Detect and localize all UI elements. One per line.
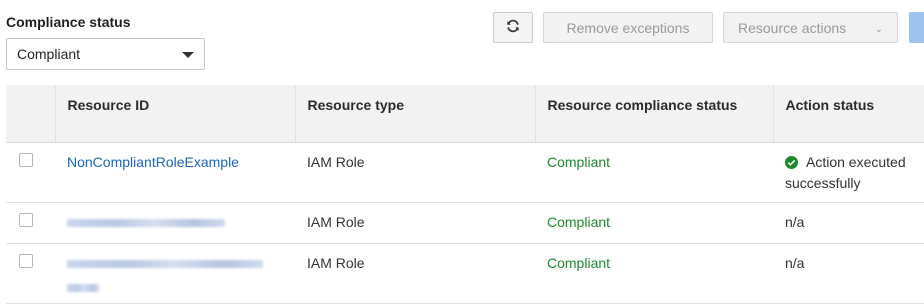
header-resource-id[interactable]: Resource ID	[54, 85, 295, 143]
compliance-status-select[interactable]: Compliant	[6, 38, 205, 70]
resource-type-cell: IAM Role	[295, 142, 535, 203]
redacted-resource-id	[67, 283, 99, 292]
resource-type-cell: IAM Role	[295, 202, 535, 244]
row-checkbox[interactable]	[19, 253, 33, 268]
chevron-down-icon: ⌄	[874, 24, 883, 35]
compliance-status-text: Compliant	[547, 213, 611, 230]
resource-type-cell: IAM Role	[295, 243, 535, 304]
check-circle-icon	[785, 155, 798, 169]
header-compliance-status[interactable]: Resource compliance status	[534, 85, 773, 143]
redacted-resource-id	[67, 218, 225, 227]
header-select-column	[6, 85, 55, 143]
row-checkbox[interactable]	[19, 212, 33, 227]
redacted-resource-id	[67, 259, 263, 268]
table-row: IAM Role Compliant n/a	[6, 243, 924, 304]
refresh-icon	[506, 19, 520, 36]
compliance-status-text: Compliant	[547, 153, 611, 170]
action-status-text: Action executed successfully	[785, 153, 906, 191]
caret-down-icon	[182, 52, 194, 58]
resource-id-cell	[55, 202, 295, 244]
resource-id-cell: NonCompliantRoleExample	[55, 142, 295, 203]
row-checkbox[interactable]	[19, 152, 33, 167]
compliance-status-value: Compliant	[17, 46, 81, 62]
resources-table: Resource ID Resource type Resource compl…	[6, 85, 924, 304]
table-row: IAM Role Compliant n/a	[6, 202, 924, 244]
compliance-cell: Compliant	[535, 142, 773, 203]
row-select-cell	[6, 142, 55, 203]
remove-exceptions-label: Remove exceptions	[566, 19, 690, 36]
compliance-status-text: Compliant	[547, 254, 611, 271]
action-status-cell: Action executed successfully	[773, 142, 924, 203]
action-status-cell: n/a	[773, 243, 924, 304]
header-resource-type[interactable]: Resource type	[294, 85, 535, 143]
compliance-cell: Compliant	[535, 243, 773, 304]
refresh-button[interactable]	[493, 12, 533, 43]
resource-id-link[interactable]: NonCompliantRoleExample	[67, 154, 239, 170]
primary-action-button[interactable]	[909, 12, 924, 43]
header-action-status[interactable]: Action status	[772, 85, 924, 143]
table-header-row: Resource ID Resource type Resource compl…	[6, 85, 924, 143]
resource-actions-button[interactable]: Resource actions ⌄	[723, 12, 898, 43]
compliance-cell: Compliant	[535, 202, 773, 244]
table-row: NonCompliantRoleExample IAM Role Complia…	[6, 142, 924, 203]
resource-actions-label: Resource actions	[738, 19, 847, 36]
compliance-filter-label: Compliance status	[6, 14, 131, 30]
action-status-cell: n/a	[773, 202, 924, 244]
row-select-cell	[6, 243, 55, 304]
remove-exceptions-button[interactable]: Remove exceptions	[543, 12, 713, 43]
row-select-cell	[6, 202, 55, 244]
resource-id-cell	[55, 243, 295, 304]
